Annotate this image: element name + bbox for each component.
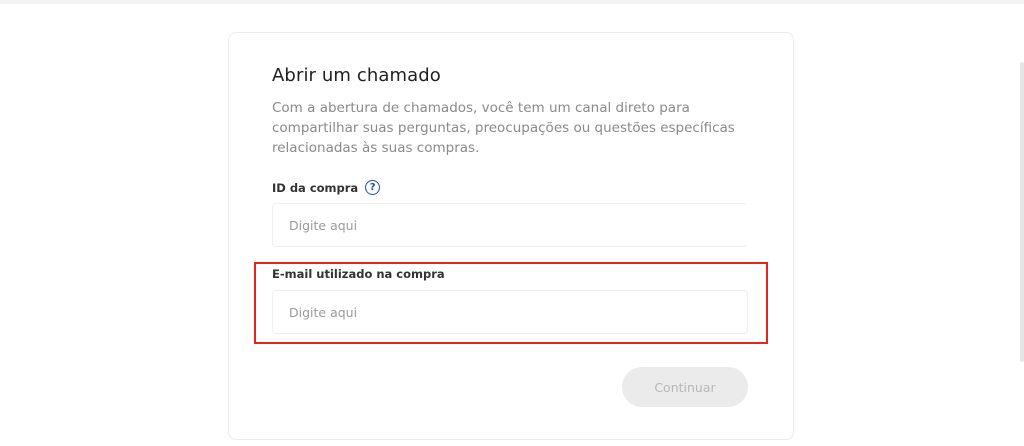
help-icon-glyph: ?: [369, 181, 376, 193]
page-title: Abrir um chamado: [272, 65, 441, 86]
ticket-form-card: Abrir um chamado Com a abertura de chama…: [228, 32, 794, 440]
email-label: E-mail utilizado na compra: [272, 267, 445, 281]
form-description: Com a abertura de chamados, você tem um …: [272, 100, 735, 156]
purchase-id-input[interactable]: [272, 203, 748, 247]
page-scrollbar[interactable]: [1020, 62, 1024, 362]
purchase-id-label-text: ID da compra: [272, 180, 359, 195]
email-label-text: E-mail utilizado na compra: [272, 267, 445, 281]
continue-button[interactable]: Continuar: [622, 367, 748, 407]
email-input[interactable]: [272, 290, 748, 334]
question-circle-icon[interactable]: ?: [365, 180, 381, 195]
purchase-id-label: ID da compra ?: [272, 180, 381, 195]
top-bar: [0, 0, 1024, 4]
